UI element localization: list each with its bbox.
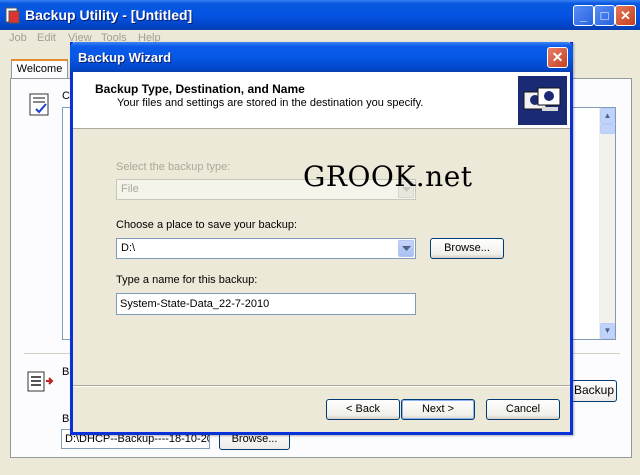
backup-type-value: File [121,183,139,195]
menu-edit[interactable]: Edit [37,32,56,44]
browse-button[interactable]: Browse... [430,238,504,259]
scroll-down-icon[interactable]: ▼ [600,323,615,339]
chevron-down-icon[interactable] [398,240,414,257]
minimize-icon: _ [579,8,588,23]
backup-name-input[interactable]: System-State-Data_22-7-2010 [116,293,416,315]
start-backup-button[interactable]: Backup [571,380,617,402]
back-button[interactable]: < Back [326,399,400,420]
wizard-step-subtitle: Your files and settings are stored in th… [117,97,424,109]
backup-app-icon [5,7,20,24]
minimize-button[interactable]: _ [573,5,594,26]
dialog-title: Backup Wizard [78,50,172,65]
app-title: Backup Utility - [Untitled] [25,7,193,23]
menu-job[interactable]: Job [9,32,27,44]
save-place-select[interactable]: D:\ [116,238,416,259]
wizard-header: Backup Type, Destination, and Name Your … [73,72,570,129]
backup-type-label: Select the backup type: [116,161,231,173]
close-icon: ✕ [551,49,564,65]
watermark: GROOK.net [303,160,473,193]
close-icon: ✕ [620,8,631,23]
backup-media-icon [27,371,54,392]
checklist-icon [29,93,49,116]
dialog-divider [73,385,570,387]
close-button[interactable]: ✕ [615,5,636,26]
backup-wizard-icon [518,76,567,125]
maximize-icon: □ [600,8,609,23]
backup-wizard-dialog: Backup Wizard ✕ Backup Type, Destination… [70,42,573,435]
dialog-titlebar: Backup Wizard ✕ [70,42,573,72]
maximize-button[interactable]: □ [594,5,615,26]
scroll-thumb[interactable] [600,124,615,134]
scroll-up-icon[interactable]: ▲ [600,108,615,124]
next-button[interactable]: Next > [401,399,475,420]
app-titlebar: Backup Utility - [Untitled] _ □ ✕ [0,0,640,30]
wizard-step-title: Backup Type, Destination, and Name [95,82,305,96]
dialog-close-button[interactable]: ✕ [547,47,568,68]
cancel-button[interactable]: Cancel [486,399,560,420]
save-place-label: Choose a place to save your backup: [116,219,298,231]
tab-welcome[interactable]: Welcome [11,59,68,79]
backup-name-label: Type a name for this backup: [116,274,258,286]
bg-scrollbar[interactable]: ▲ ▼ [599,108,615,339]
save-place-value: D:\ [121,242,136,254]
